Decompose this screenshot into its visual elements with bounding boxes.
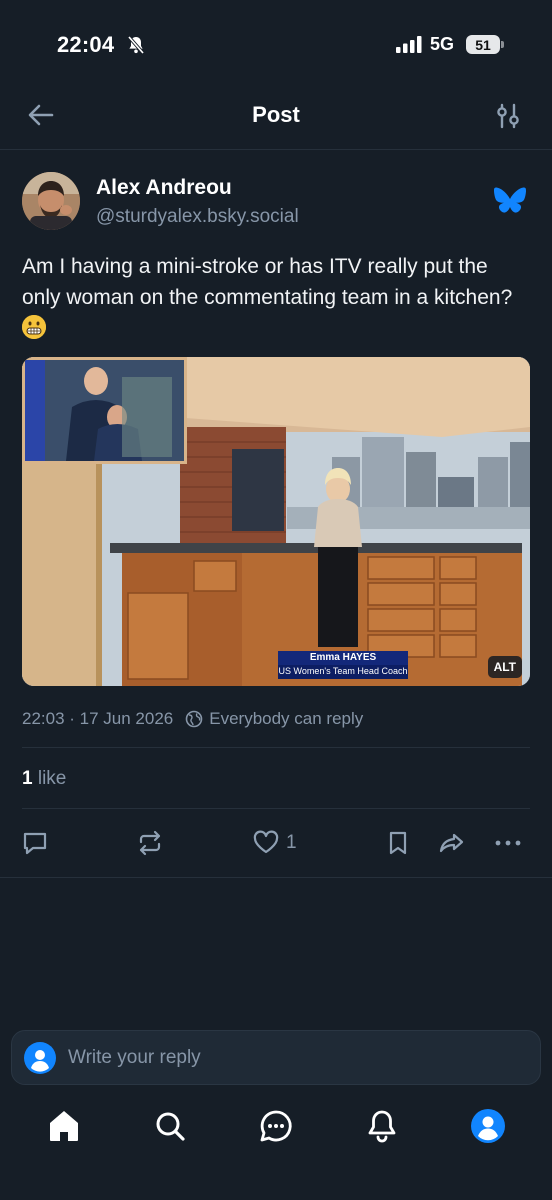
ellipsis-icon[interactable]: [494, 829, 522, 857]
page-title: Post: [252, 102, 300, 127]
post-image[interactable]: Emma HAYES US Women's Team Head Coach AL…: [22, 357, 530, 686]
signal-icon: [396, 36, 422, 53]
post-actions: 1: [0, 825, 552, 865]
divider: [22, 808, 530, 809]
likes-label: like: [37, 768, 67, 789]
bottom-tab-bar: [0, 1100, 552, 1160]
divider: [0, 877, 552, 878]
battery-tip: [501, 41, 504, 48]
post-body: Am I having a mini-stroke or has ITV rea…: [22, 255, 513, 309]
comment-icon[interactable]: [21, 829, 49, 857]
reply-input[interactable]: Write your reply: [11, 1030, 541, 1085]
likes-row[interactable]: 1 like: [22, 768, 66, 790]
post-header: Post: [0, 86, 552, 150]
chat-icon[interactable]: [258, 1108, 294, 1144]
post-timestamp[interactable]: 22:03 · 17 Jun 2026: [22, 709, 173, 729]
author-handle[interactable]: @sturdyalex.bsky.social: [96, 206, 299, 228]
status-bar: 22:04 5G 51: [0, 0, 552, 90]
reply-setting: Everybody can reply: [209, 709, 364, 728]
network-type: 5G: [430, 34, 455, 54]
profile-icon: [24, 1042, 56, 1074]
bell-icon[interactable]: [364, 1108, 400, 1144]
search-icon[interactable]: [152, 1108, 188, 1144]
repost-icon[interactable]: [136, 829, 164, 857]
reply-placeholder: Write your reply: [68, 1047, 201, 1068]
post-meta: 22:03 · 17 Jun 2026 Everybody can reply: [22, 709, 363, 729]
tv-studio-scene: [22, 357, 530, 686]
sliders-icon[interactable]: [494, 102, 522, 130]
bell-off-icon: [127, 35, 145, 55]
battery-indicator: 51: [466, 35, 500, 54]
share-icon[interactable]: [438, 829, 466, 857]
avatar[interactable]: [22, 172, 80, 230]
author-name[interactable]: Alex Andreou: [96, 176, 232, 200]
home-icon[interactable]: [46, 1108, 82, 1144]
heart-icon[interactable]: [252, 829, 280, 857]
likes-count: 1: [22, 768, 33, 789]
profile-tab-icon[interactable]: [470, 1108, 506, 1144]
grimace-emoji-icon: [22, 315, 46, 339]
image-caption-name: Emma HAYES: [309, 652, 377, 663]
globe-icon: [185, 710, 203, 728]
bookmark-icon[interactable]: [384, 829, 412, 857]
divider: [22, 747, 530, 748]
post-text: Am I having a mini-stroke or has ITV rea…: [22, 251, 532, 344]
alt-badge[interactable]: ALT: [487, 656, 522, 678]
status-time: 22:04: [57, 32, 115, 57]
bluesky-butterfly-icon: [494, 187, 526, 213]
image-caption-role: US Women's Team Head Coach: [278, 666, 408, 676]
like-count: 1: [286, 832, 297, 853]
